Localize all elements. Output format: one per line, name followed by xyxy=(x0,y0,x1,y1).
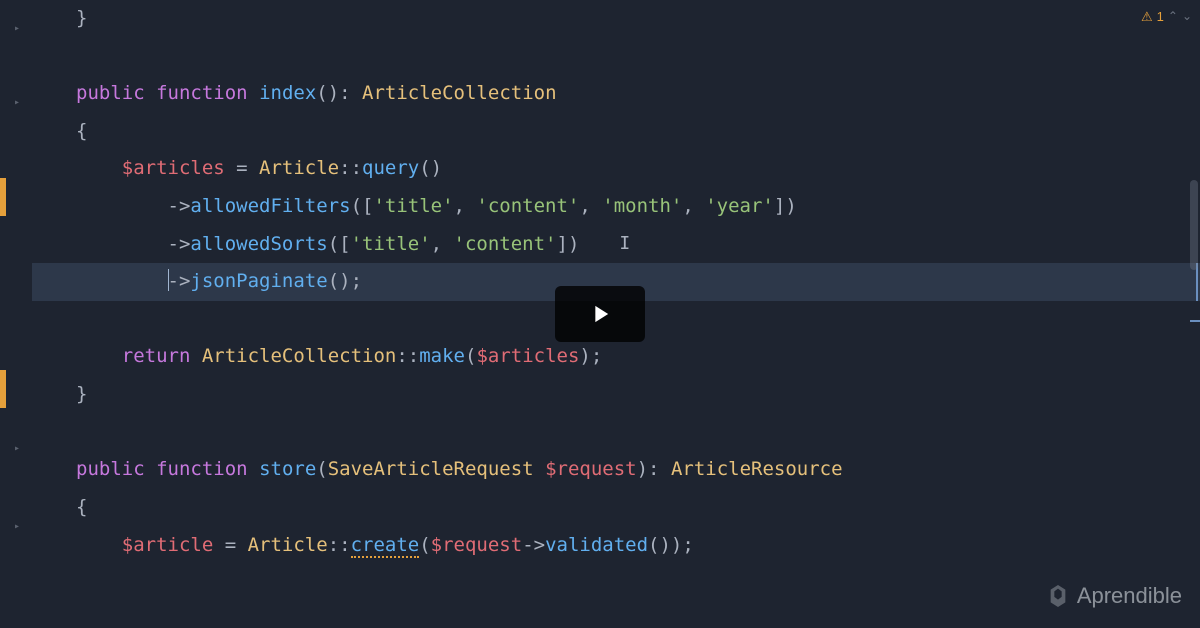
keyword-public: public xyxy=(76,458,145,480)
fold-icon[interactable]: ▸ xyxy=(14,522,24,532)
return-type: ArticleResource xyxy=(671,458,843,480)
method-call: query xyxy=(362,157,419,179)
parameter: $request xyxy=(545,458,637,480)
code-line[interactable]: return ArticleCollection::make($articles… xyxy=(32,338,1200,376)
caret xyxy=(168,269,169,291)
method-call: make xyxy=(419,345,465,367)
fold-icon[interactable]: ▸ xyxy=(14,24,24,34)
variable: $articles xyxy=(122,157,225,179)
code-line[interactable]: } xyxy=(32,376,1200,414)
logo-icon xyxy=(1047,583,1069,609)
scrollbar-mark xyxy=(1190,320,1200,322)
code-line[interactable]: $article = Article::create($request->val… xyxy=(32,527,1200,565)
method-call: allowedFilters xyxy=(190,195,350,217)
class-name: ArticleCollection xyxy=(202,345,396,367)
param-type: SaveArticleRequest xyxy=(328,458,534,480)
code-line[interactable] xyxy=(32,414,1200,452)
method-call-warning: create xyxy=(351,534,420,558)
code-line[interactable]: $articles = Article::query() xyxy=(32,150,1200,188)
code-line[interactable]: { xyxy=(32,489,1200,527)
code-line[interactable]: } xyxy=(32,0,1200,38)
play-icon xyxy=(586,300,614,328)
brace: } xyxy=(76,7,87,29)
brace: { xyxy=(76,120,87,142)
fold-icon[interactable]: ▸ xyxy=(14,98,24,108)
chevron-up-icon[interactable]: ⌃ xyxy=(1168,5,1178,29)
code-line[interactable]: public function store(SaveArticleRequest… xyxy=(32,451,1200,489)
variable: $request xyxy=(431,534,523,556)
text-cursor-icon: I xyxy=(619,226,630,262)
editor-gutter: ▸ ▸ ▸ ▸ xyxy=(0,0,24,628)
warning-icon: ⚠ xyxy=(1141,4,1153,30)
method-name: index xyxy=(259,82,316,104)
watermark-text: Aprendible xyxy=(1077,574,1182,618)
method-call: jsonPaginate xyxy=(190,270,327,292)
brace: } xyxy=(76,383,87,405)
keyword-function: function xyxy=(156,82,248,104)
code-line[interactable]: public function index(): ArticleCollecti… xyxy=(32,75,1200,113)
variable: $articles xyxy=(476,345,579,367)
class-name: Article xyxy=(259,157,339,179)
return-type: ArticleCollection xyxy=(362,82,556,104)
class-name: Article xyxy=(248,534,328,556)
fold-icon[interactable]: ▸ xyxy=(14,444,24,454)
scrollbar-thumb[interactable] xyxy=(1190,180,1198,270)
keyword-public: public xyxy=(76,82,145,104)
watermark: Aprendible xyxy=(1047,574,1182,618)
vertical-scrollbar[interactable] xyxy=(1188,0,1200,628)
code-line[interactable]: ->allowedFilters(['title', 'content', 'm… xyxy=(32,188,1200,226)
change-marker xyxy=(0,178,6,216)
method-name: store xyxy=(259,458,316,480)
code-line[interactable] xyxy=(32,38,1200,76)
warning-count: 1 xyxy=(1157,4,1164,30)
keyword-return: return xyxy=(122,345,191,367)
code-line[interactable]: ->allowedSorts(['title', 'content'])I xyxy=(32,226,1200,264)
variable: $article xyxy=(122,534,214,556)
method-call: validated xyxy=(545,534,648,556)
keyword-function: function xyxy=(156,458,248,480)
method-call: allowedSorts xyxy=(190,233,327,255)
inspection-widget[interactable]: ⚠ 1 ⌃ ⌄ xyxy=(1141,4,1192,30)
brace: { xyxy=(76,496,87,518)
change-marker xyxy=(0,370,6,408)
code-line[interactable]: { xyxy=(32,113,1200,151)
play-button[interactable] xyxy=(555,286,645,342)
